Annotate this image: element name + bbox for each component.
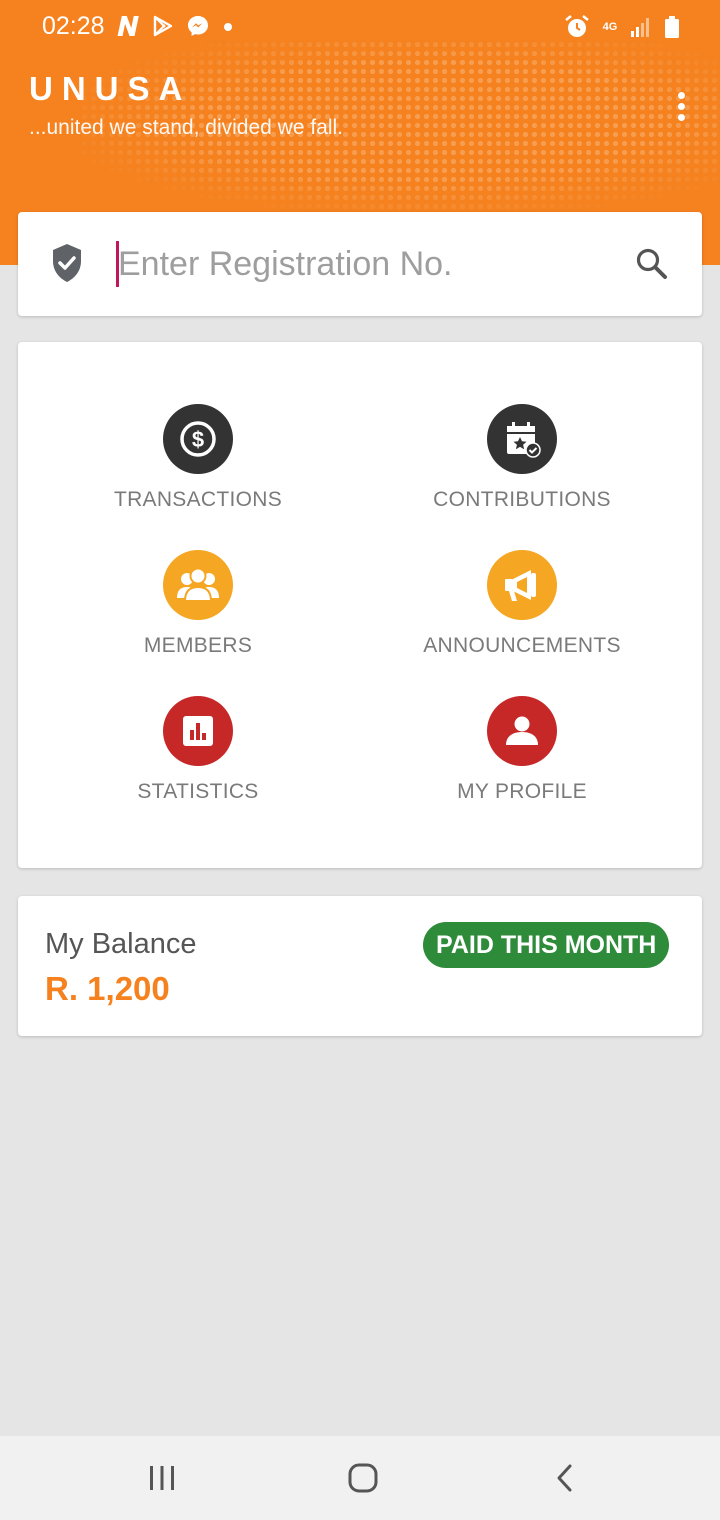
verified-shield-icon [53,244,81,282]
more-vert-icon[interactable] [664,86,698,126]
status-bar: 02:28 4G [0,0,720,56]
netflix-n-icon [117,16,139,36]
search-icon[interactable] [634,246,670,282]
dollar-icon: $ [163,404,233,474]
back-icon[interactable] [540,1458,590,1498]
battery-icon [665,16,679,38]
menu-grid: $ TRANSACTIONS CONTRIBUTIONS MEMBERS ANN… [18,342,702,868]
status-time: 02:28 [42,12,105,40]
svg-text:$: $ [192,427,204,452]
messenger-icon [188,16,208,36]
person-icon [487,696,557,766]
balance-value: R. 1,200 [45,970,170,1007]
signal-icon [631,18,649,37]
menu-label: ANNOUNCEMENTS [423,634,621,657]
alarm-icon [565,15,589,37]
menu-label: MY PROFILE [457,780,587,803]
notification-dot-icon [224,23,232,31]
home-icon[interactable] [338,1458,388,1498]
group-icon [163,550,233,620]
status-badge: PAID THIS MONTH [423,922,670,968]
menu-label: CONTRIBUTIONS [433,488,611,511]
play-store-icon [153,15,173,37]
app-tagline: ...united we stand, divided we fall. [29,116,344,139]
menu-statistics[interactable]: STATISTICS [33,696,363,826]
menu-label: MEMBERS [143,634,253,657]
app-title: UNUSA [29,70,192,107]
menu-my-profile[interactable]: MY PROFILE [357,696,687,826]
megaphone-icon [487,550,557,620]
system-nav-bar [0,1436,720,1520]
bar-chart-icon [163,696,233,766]
recent-apps-icon[interactable] [137,1458,187,1498]
registration-number-input[interactable] [118,238,618,290]
menu-label: TRANSACTIONS [113,488,283,511]
menu-announcements[interactable]: ANNOUNCEMENTS [357,550,687,680]
search-card [18,212,702,316]
network-type: 4G [602,21,618,33]
menu-members[interactable]: MEMBERS [33,550,363,680]
calendar-star-icon [487,404,557,474]
menu-label: STATISTICS [137,780,259,803]
balance-title: My Balance [45,928,197,960]
menu-contributions[interactable]: CONTRIBUTIONS [357,404,687,534]
menu-transactions[interactable]: $ TRANSACTIONS [33,404,363,534]
balance-card[interactable]: My Balance R. 1,200 PAID THIS MONTH [18,896,702,1036]
